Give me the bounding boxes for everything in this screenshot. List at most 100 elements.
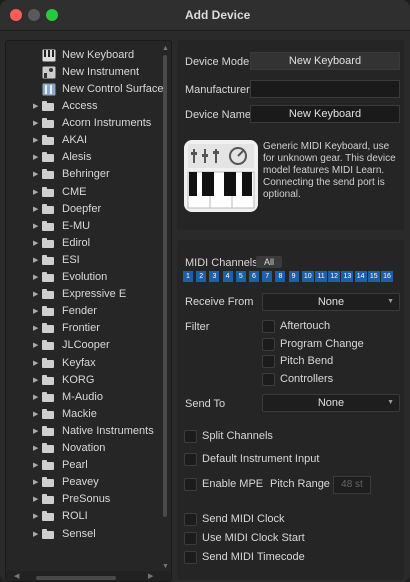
tree-folder-item[interactable]: ▶ KORG [6,372,156,389]
device-tree[interactable]: New Keyboard New Instrument New Control … [5,40,172,582]
disclosure-arrow-icon[interactable]: ▶ [33,474,38,491]
disclosure-arrow-icon[interactable]: ▶ [33,372,38,389]
disclosure-arrow-icon[interactable]: ▶ [33,269,38,286]
horizontal-scrollbar[interactable] [36,576,116,580]
disclosure-arrow-icon[interactable]: ▶ [33,252,38,269]
tree-folder-item[interactable]: ▶ Alesis [6,149,156,166]
disclosure-arrow-icon[interactable]: ▶ [33,337,38,354]
midi-channel-button[interactable]: 9 [288,271,299,282]
receive-from-dropdown[interactable]: None ▼ [262,293,400,311]
midi-channel-button[interactable]: 13 [341,271,354,282]
send-midi-timecode-checkbox[interactable] [184,551,197,564]
tree-folder-item[interactable]: ▶ ROLI [6,508,156,525]
zoom-window-button[interactable] [46,9,58,21]
tree-folder-item[interactable]: ▶ Doepfer [6,201,156,218]
midi-channel-button[interactable]: 14 [354,271,367,282]
split-channels-checkbox[interactable] [184,430,197,443]
disclosure-arrow-icon[interactable]: ▶ [33,423,38,440]
midi-channel-button[interactable]: 15 [367,271,380,282]
midi-channel-button[interactable]: 6 [249,271,259,282]
scroll-up-arrow-icon[interactable]: ▲ [162,45,169,52]
disclosure-arrow-icon[interactable]: ▶ [33,115,38,132]
tree-item-new-keyboard[interactable]: New Keyboard [6,47,156,64]
disclosure-arrow-icon[interactable]: ▶ [33,201,38,218]
disclosure-arrow-icon[interactable]: ▶ [33,406,38,423]
tree-folder-item[interactable]: ▶ Acorn Instruments [6,115,156,132]
disclosure-arrow-icon[interactable]: ▶ [33,303,38,320]
default-instrument-input-checkbox[interactable] [184,453,197,466]
filter-checkbox[interactable] [262,372,275,386]
tree-folder-item[interactable]: ▶ E-MU [6,218,156,235]
tree-folder-item[interactable]: ▶ JLCooper [6,337,156,354]
disclosure-arrow-icon[interactable]: ▶ [33,218,38,235]
tree-folder-item[interactable]: ▶ Keyfax [6,355,156,372]
send-midi-clock-checkbox[interactable] [184,513,197,526]
tree-folder-item[interactable]: ▶ Behringer [6,166,156,183]
vertical-scrollbar[interactable] [163,55,167,517]
use-midi-clock-start-checkbox[interactable] [184,532,197,545]
send-to-dropdown[interactable]: None ▼ [262,394,400,412]
scroll-left-arrow-icon[interactable]: ◀ [14,572,19,580]
tree-folder-item[interactable]: ▶ Frontier [6,320,156,337]
midi-channel-button[interactable]: 5 [235,271,246,282]
midi-channel-button[interactable]: 8 [275,271,286,282]
tree-folder-item[interactable]: ▶ CME [6,184,156,201]
tree-folder-item[interactable]: ▶ AKAI [6,132,156,149]
tree-folder-item[interactable]: ▶ Fender [6,303,156,320]
tree-folder-item[interactable]: ▶ PreSonus [6,491,156,508]
tree-folder-item[interactable]: ▶ Expressive E [6,286,156,303]
minimize-window-button[interactable] [28,9,40,21]
disclosure-arrow-icon[interactable]: ▶ [33,508,38,525]
tree-folder-item[interactable]: ▶ Edirol [6,235,156,252]
tree-folder-item[interactable]: ▶ Peavey [6,474,156,491]
filter-checkbox[interactable] [262,320,275,333]
disclosure-arrow-icon[interactable]: ▶ [33,355,38,372]
midi-channel-button[interactable]: 10 [301,271,314,282]
manufacturer-field[interactable] [250,80,400,98]
tree-folder-item[interactable]: ▶ Novation [6,440,156,457]
disclosure-arrow-icon[interactable]: ▶ [33,440,38,457]
tree-item-new-control-surface[interactable]: New Control Surface [6,81,164,98]
midi-channel-button[interactable]: 12 [328,271,341,282]
disclosure-arrow-icon[interactable]: ▶ [33,235,38,252]
midi-channel-button[interactable]: 7 [262,271,273,282]
filter-checkbox[interactable] [262,337,275,351]
disclosure-arrow-icon[interactable]: ▶ [33,457,38,474]
disclosure-arrow-icon[interactable]: ▶ [33,526,38,543]
tree-folder-item[interactable]: ▶ Sensel [6,526,156,543]
disclosure-arrow-icon[interactable]: ▶ [33,166,38,183]
tree-folder-item[interactable]: ▶ M-Audio [6,389,156,406]
midi-channel-button[interactable]: 4 [222,271,233,282]
disclosure-arrow-icon[interactable]: ▶ [33,98,38,115]
tree-folder-label: CME [62,185,87,198]
pitch-range-field[interactable]: 48 st [333,476,371,494]
disclosure-arrow-icon[interactable]: ▶ [33,184,38,201]
disclosure-arrow-icon[interactable]: ▶ [33,132,38,149]
scroll-right-arrow-icon[interactable]: ▶ [148,572,153,580]
midi-channel-button[interactable]: 2 [196,271,207,282]
tree-folder-item[interactable]: ▶ Mackie [6,406,156,423]
disclosure-arrow-icon[interactable]: ▶ [33,149,38,166]
tree-folder-item[interactable]: ▶ ESI [6,252,156,269]
scroll-down-arrow-icon[interactable]: ▼ [162,563,169,570]
midi-channel-button[interactable]: 3 [209,271,220,282]
midi-channel-button[interactable]: 11 [315,271,327,282]
midi-channel-button[interactable]: 16 [381,271,393,282]
device-name-field[interactable]: New Keyboard [250,105,400,123]
filter-checkbox[interactable] [262,355,275,368]
enable-mpe-checkbox[interactable] [184,478,197,491]
tree-item-new-instrument[interactable]: New Instrument [6,64,156,81]
close-window-button[interactable] [10,9,22,21]
disclosure-arrow-icon[interactable]: ▶ [33,320,38,337]
tree-folder-item[interactable]: ▶ Access [6,98,156,115]
midi-all-button[interactable]: All [256,256,282,268]
disclosure-arrow-icon[interactable]: ▶ [33,389,38,406]
device-model-field[interactable]: New Keyboard [250,52,400,70]
tree-folder-item[interactable]: ▶ Native Instruments [6,423,156,440]
tree-folder-item[interactable]: ▶ Evolution [6,269,156,286]
tree-folder-label: Alesis [62,151,92,164]
midi-channel-button[interactable]: 1 [183,271,193,282]
disclosure-arrow-icon[interactable]: ▶ [33,491,38,508]
disclosure-arrow-icon[interactable]: ▶ [33,286,38,303]
tree-folder-item[interactable]: ▶ Pearl [6,457,156,474]
